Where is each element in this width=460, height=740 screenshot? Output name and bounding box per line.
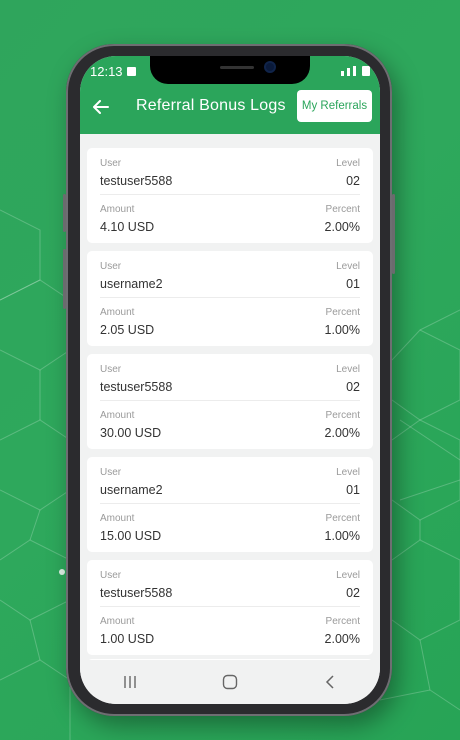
user-value: testuser5588 <box>100 174 173 188</box>
back-arrow-button[interactable] <box>90 98 112 116</box>
amount-value: 2.05 USD <box>100 323 155 337</box>
level-value: 02 <box>346 174 360 188</box>
app-header: 12:13 Referral Bonus Logs My Referrals <box>80 56 380 134</box>
percent-label: Percent <box>325 204 360 215</box>
amount-value: 1.00 USD <box>100 632 155 646</box>
arrow-left-icon <box>93 100 109 114</box>
level-value: 02 <box>346 380 360 394</box>
user-value: username2 <box>100 277 163 291</box>
nav-back-button[interactable] <box>310 667 350 697</box>
level-label: Level <box>336 158 360 169</box>
recent-apps-icon <box>124 676 136 688</box>
amount-label: Amount <box>100 513 135 524</box>
level-value: 01 <box>346 483 360 497</box>
status-time: 12:13 <box>90 63 123 79</box>
log-card: User Level testuser5588 02 Amount Percen… <box>87 148 373 243</box>
percent-value: 2.00% <box>324 632 360 646</box>
amount-label: Amount <box>100 410 135 421</box>
percent-label: Percent <box>325 616 360 627</box>
log-card: User Level testuser5588 02 Amount Percen… <box>87 354 373 449</box>
level-value: 02 <box>346 586 360 600</box>
signal-icon <box>341 71 344 76</box>
percent-value: 1.00% <box>324 323 360 337</box>
system-nav-bar <box>80 660 380 704</box>
battery-icon <box>362 66 370 76</box>
level-label: Level <box>336 261 360 272</box>
amount-label: Amount <box>100 307 135 318</box>
percent-label: Percent <box>325 307 360 318</box>
card-divider <box>100 400 360 401</box>
percent-label: Percent <box>325 513 360 524</box>
signal-icon <box>353 66 356 76</box>
level-label: Level <box>336 364 360 375</box>
user-label: User <box>100 364 122 375</box>
user-value: testuser5588 <box>100 586 173 600</box>
card-divider <box>100 194 360 195</box>
home-icon <box>222 674 238 690</box>
log-card: User Level username2 01 Amount Percent 2… <box>87 251 373 346</box>
level-label: Level <box>336 467 360 478</box>
user-value: testuser5588 <box>100 380 173 394</box>
user-label: User <box>100 261 122 272</box>
user-label: User <box>100 158 122 169</box>
recent-apps-button[interactable] <box>110 667 150 697</box>
card-divider <box>100 606 360 607</box>
signal-icons <box>341 66 370 76</box>
user-value: username2 <box>100 483 163 497</box>
camera-icon <box>266 63 274 71</box>
amount-label: Amount <box>100 204 135 215</box>
amount-value: 15.00 USD <box>100 529 162 543</box>
level-label: Level <box>336 570 360 581</box>
percent-value: 2.00% <box>324 220 360 234</box>
app-screen: 12:13 Referral Bonus Logs My Referrals U… <box>80 56 380 704</box>
user-label: User <box>100 467 122 478</box>
amount-label: Amount <box>100 616 135 627</box>
home-button[interactable] <box>210 667 250 697</box>
user-label: User <box>100 570 122 581</box>
percent-value: 2.00% <box>324 426 360 440</box>
percent-value: 1.00% <box>324 529 360 543</box>
camera-notch <box>150 56 310 84</box>
level-value: 01 <box>346 277 360 291</box>
log-card: User Level testuser5588 02 Amount Percen… <box>87 560 373 655</box>
message-icon <box>126 66 136 76</box>
back-icon <box>325 675 334 689</box>
log-card: User Level username2 01 Amount Percent 1… <box>87 457 373 552</box>
percent-label: Percent <box>325 410 360 421</box>
my-referrals-button[interactable]: My Referrals <box>297 90 372 122</box>
signal-icon <box>347 68 350 76</box>
amount-value: 4.10 USD <box>100 220 155 234</box>
card-divider <box>100 297 360 298</box>
card-divider <box>100 503 360 504</box>
page-title: Referral Bonus Logs <box>136 97 286 114</box>
amount-value: 30.00 USD <box>100 426 162 440</box>
